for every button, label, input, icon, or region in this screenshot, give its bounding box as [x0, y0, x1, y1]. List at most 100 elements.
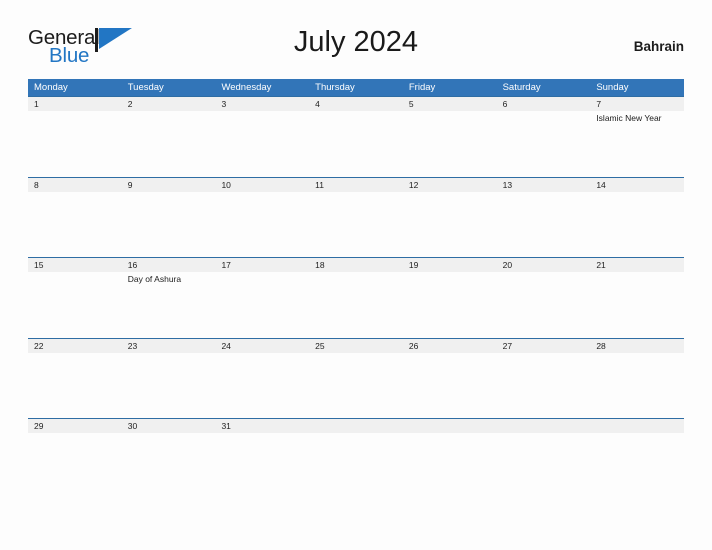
day-number[interactable]: 24	[215, 339, 309, 353]
day-cell[interactable]	[590, 353, 684, 419]
day-cell[interactable]	[309, 353, 403, 419]
week-date-band: 8 9 10 11 12 13 14	[28, 177, 684, 192]
day-cell-empty	[590, 433, 684, 499]
day-number[interactable]: 2	[122, 97, 216, 111]
day-cell[interactable]	[403, 353, 497, 419]
day-cell[interactable]	[309, 111, 403, 177]
day-number[interactable]: 21	[590, 258, 684, 272]
weekday-header-thursday: Thursday	[315, 82, 355, 93]
week-event-band	[28, 433, 684, 500]
day-cell[interactable]	[590, 272, 684, 338]
day-number[interactable]: 27	[497, 339, 591, 353]
day-cell[interactable]: Day of Ashura	[122, 272, 216, 338]
day-number[interactable]: 4	[309, 97, 403, 111]
day-cell-empty	[403, 433, 497, 499]
week-date-band: 29 30 31	[28, 419, 684, 434]
day-number[interactable]: 9	[122, 178, 216, 192]
day-cell[interactable]: Islamic New Year	[590, 111, 684, 177]
day-cell-empty	[309, 433, 403, 499]
day-number[interactable]: 1	[28, 97, 122, 111]
day-cell[interactable]	[497, 192, 591, 258]
day-number[interactable]: 25	[309, 339, 403, 353]
event-label: Islamic New Year	[596, 113, 662, 123]
day-number[interactable]: 29	[28, 419, 122, 433]
day-number[interactable]: 26	[403, 339, 497, 353]
day-number[interactable]: 16	[122, 258, 216, 272]
day-cell[interactable]	[403, 192, 497, 258]
day-cell[interactable]	[497, 272, 591, 338]
day-number-empty	[403, 419, 497, 433]
weekday-header-monday: Monday	[34, 82, 68, 93]
day-number[interactable]: 6	[497, 97, 591, 111]
general-blue-logo[interactable]: General Blue	[28, 23, 140, 69]
day-cell[interactable]	[28, 111, 122, 177]
country-label: Bahrain	[633, 38, 684, 54]
day-number[interactable]: 17	[215, 258, 309, 272]
day-cell[interactable]	[28, 192, 122, 258]
day-cell[interactable]	[497, 111, 591, 177]
day-number[interactable]: 18	[309, 258, 403, 272]
day-number[interactable]: 7	[590, 97, 684, 111]
day-number[interactable]: 31	[215, 419, 309, 433]
weekday-header-tuesday: Tuesday	[127, 82, 164, 93]
calendar-grid: Monday Tuesday Wednesday Thursday Friday…	[28, 79, 684, 500]
day-number[interactable]: 5	[403, 97, 497, 111]
day-cell[interactable]	[215, 433, 309, 499]
day-cell[interactable]	[122, 192, 216, 258]
week-date-band: 22 23 24 25 26 27 28	[28, 338, 684, 353]
day-cell[interactable]	[497, 353, 591, 419]
week-row: 15 16 17 18 19 20 21 Day of Ashura	[28, 257, 684, 339]
day-number[interactable]: 14	[590, 178, 684, 192]
day-cell[interactable]	[122, 353, 216, 419]
day-number[interactable]: 28	[590, 339, 684, 353]
week-date-band: 1 2 3 4 5 6 7	[28, 97, 684, 111]
day-cell[interactable]	[215, 111, 309, 177]
day-number[interactable]: 10	[215, 178, 309, 192]
day-cell[interactable]	[122, 433, 216, 499]
day-number-empty	[590, 419, 684, 433]
day-number-empty	[309, 419, 403, 433]
page-header: General Blue Bahrain	[28, 22, 684, 70]
day-cell[interactable]	[215, 272, 309, 338]
day-cell[interactable]	[28, 272, 122, 338]
day-number[interactable]: 20	[497, 258, 591, 272]
weekday-header-friday: Friday	[408, 82, 436, 93]
week-event-band	[28, 352, 684, 419]
weekday-header-wednesday: Wednesday	[221, 82, 272, 93]
day-cell[interactable]	[309, 192, 403, 258]
day-cell[interactable]	[215, 353, 309, 419]
week-date-band: 15 16 17 18 19 20 21	[28, 258, 684, 273]
day-number[interactable]: 8	[28, 178, 122, 192]
day-number[interactable]: 22	[28, 339, 122, 353]
logo-text-blue: Blue	[49, 44, 90, 67]
week-row: 1 2 3 4 5 6 7 Islamic New Year	[28, 96, 684, 177]
day-number[interactable]: 30	[122, 419, 216, 433]
day-number[interactable]: 3	[215, 97, 309, 111]
day-number-empty	[497, 419, 591, 433]
week-row: 29 30 31	[28, 418, 684, 500]
weekday-header-sunday: Sunday	[596, 82, 629, 93]
calendar-page: General Blue Bahrain July 2024 Monday Tu…	[0, 0, 712, 550]
blue-flag-icon	[95, 28, 132, 52]
day-cell[interactable]	[215, 192, 309, 258]
day-cell[interactable]	[590, 192, 684, 258]
week-event-band: Islamic New Year	[28, 111, 684, 177]
week-row: 8 9 10 11 12 13 14	[28, 176, 684, 258]
day-cell[interactable]	[28, 433, 122, 499]
day-cell[interactable]	[309, 272, 403, 338]
day-number[interactable]: 15	[28, 258, 122, 272]
event-label: Day of Ashura	[127, 274, 182, 285]
day-number[interactable]: 23	[122, 339, 216, 353]
week-event-band	[28, 191, 684, 258]
day-number[interactable]: 19	[403, 258, 497, 272]
day-number[interactable]: 11	[309, 178, 403, 192]
weekday-header-saturday: Saturday	[502, 82, 541, 93]
day-number[interactable]: 12	[403, 178, 497, 192]
weekday-header-row: Monday Tuesday Wednesday Thursday Friday…	[28, 79, 684, 96]
day-number[interactable]: 13	[497, 178, 591, 192]
day-cell[interactable]	[122, 111, 216, 177]
day-cell[interactable]	[403, 272, 497, 338]
week-row: 22 23 24 25 26 27 28	[28, 337, 684, 419]
day-cell[interactable]	[28, 353, 122, 419]
day-cell[interactable]	[403, 111, 497, 177]
